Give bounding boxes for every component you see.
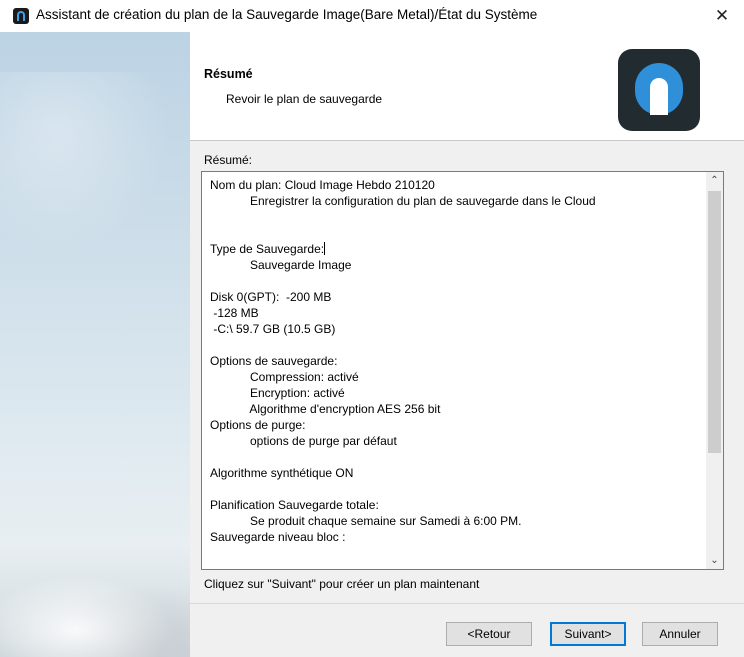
brand-logo-icon: [618, 49, 700, 131]
close-button[interactable]: ✕: [700, 0, 744, 32]
vertical-scrollbar[interactable]: ⌃ ⌄: [706, 172, 723, 569]
back-button[interactable]: <Retour: [446, 622, 532, 646]
summary-line: Nom du plan: Cloud Image Hebdo 210120: [210, 178, 435, 192]
summary-line: [210, 337, 700, 353]
hint-text: Cliquez sur "Suivant" pour créer un plan…: [204, 577, 480, 591]
summary-line: Type de Sauvegarde:: [210, 242, 326, 256]
summary-line: Encryption: activé: [210, 386, 345, 400]
summary-line: [210, 449, 700, 465]
app-logo-icon: [13, 8, 29, 24]
close-icon: ✕: [714, 6, 730, 25]
title-bar: Assistant de création du plan de la Sauv…: [0, 0, 744, 32]
summary-line: Options de sauvegarde:: [210, 354, 338, 368]
summary-line: Enregistrer la configuration du plan de …: [210, 194, 596, 208]
cancel-button[interactable]: Annuler: [642, 622, 718, 646]
page-subtitle: Revoir le plan de sauvegarde: [226, 92, 383, 106]
wizard-body: Résumé: Nom du plan: Cloud Image Hebdo 2…: [190, 141, 744, 657]
next-button[interactable]: Suivant>: [550, 622, 626, 646]
summary-line: options de purge par défaut: [210, 434, 397, 448]
summary-line: Disk 0(GPT): -200 MB: [210, 290, 332, 304]
summary-text: Nom du plan: Cloud Image Hebdo 210120 En…: [210, 177, 700, 545]
wizard-header: Résumé Revoir le plan de sauvegarde: [190, 32, 744, 140]
summary-line: Algorithme synthétique ON: [210, 466, 354, 480]
summary-line: Sauvegarde niveau bloc :: [210, 530, 346, 544]
scroll-down-icon[interactable]: ⌄: [706, 552, 723, 569]
summary-line: Compression: activé: [210, 370, 359, 384]
summary-line: Sauvegarde Image: [210, 258, 352, 272]
summary-textbox[interactable]: Nom du plan: Cloud Image Hebdo 210120 En…: [201, 171, 724, 570]
page-title: Résumé: [204, 67, 253, 81]
summary-line: [210, 273, 700, 289]
summary-line: Planification Sauvegarde totale:: [210, 498, 379, 512]
window-title: Assistant de création du plan de la Sauv…: [36, 7, 538, 22]
summary-line: Options de purge:: [210, 418, 306, 432]
scroll-up-icon[interactable]: ⌃: [706, 172, 723, 189]
button-divider: [190, 603, 744, 604]
summary-line: -128 MB: [210, 306, 259, 320]
summary-line: [210, 225, 700, 241]
summary-label: Résumé:: [204, 153, 253, 167]
summary-line: Algorithme d'encryption AES 256 bit: [210, 402, 441, 416]
summary-line: -C:\ 59.7 GB (10.5 GB): [210, 322, 336, 336]
summary-line: [210, 209, 700, 225]
text-caret: [324, 242, 326, 255]
summary-line: [210, 481, 700, 497]
summary-line: Se produit chaque semaine sur Samedi à 6…: [210, 514, 522, 528]
scroll-thumb[interactable]: [708, 191, 721, 453]
wizard-side-image: [0, 32, 190, 657]
